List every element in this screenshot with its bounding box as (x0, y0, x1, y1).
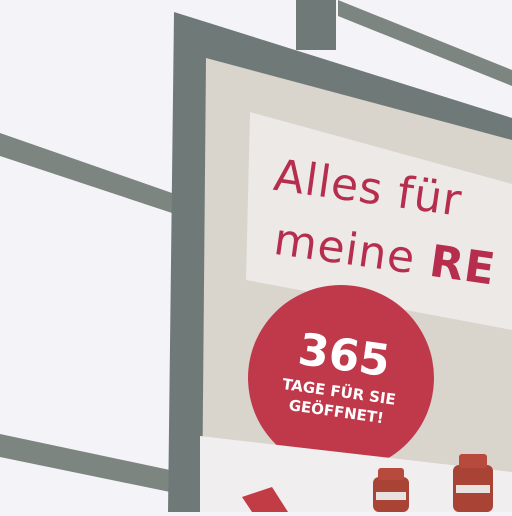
billboard-scene: Alles für meine RE 365 TAGE FÜR SIE GEÖF… (0, 0, 512, 512)
top-post (296, 0, 336, 50)
badge-circle (248, 285, 434, 471)
bottle-1 (373, 468, 409, 512)
billboard-illustration (0, 0, 512, 512)
bottle-2 (453, 454, 493, 512)
